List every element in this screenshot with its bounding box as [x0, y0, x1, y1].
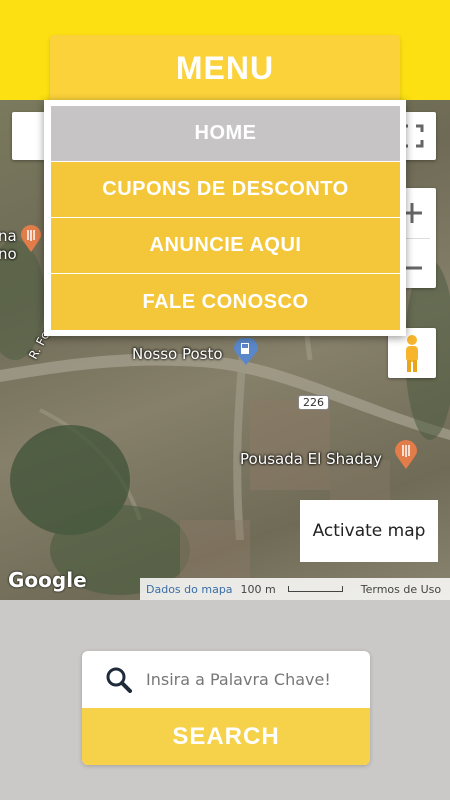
search-button[interactable]: SEARCH [82, 708, 370, 765]
map-attribution: Dados do mapa 100 m Termos de Uso [140, 578, 450, 600]
google-logo: Google [8, 568, 87, 592]
terms-link[interactable]: Termos de Uso [361, 583, 441, 596]
map-type-control[interactable] [12, 112, 46, 160]
search-icon [106, 667, 132, 693]
map-data-link[interactable]: Dados do mapa [146, 583, 233, 596]
menu-item-fale-conosco[interactable]: FALE CONOSCO [51, 274, 400, 330]
activate-map-button[interactable]: Activate map [300, 500, 438, 562]
road-number-badge: 226 [298, 395, 329, 410]
place-label-pousada[interactable]: Pousada El Shaday [240, 450, 382, 468]
scale-bar [287, 586, 343, 592]
hotel-pin-icon [395, 440, 417, 469]
place-label-left-2: no [0, 245, 17, 263]
menu-header[interactable]: MENU [50, 35, 400, 101]
search-row [82, 651, 370, 708]
menu-dropdown: HOME CUPONS DE DESCONTO ANUNCIE AQUI FAL… [44, 100, 406, 336]
search-input[interactable] [146, 670, 356, 689]
menu-item-home[interactable]: HOME [51, 106, 400, 162]
restaurant-pin-icon [21, 225, 41, 252]
gas-station-icon [234, 338, 258, 365]
menu-item-cupons[interactable]: CUPONS DE DESCONTO [51, 162, 400, 218]
scale-label: 100 m [240, 582, 276, 596]
place-label-left-1: na [0, 227, 17, 245]
place-label-nosso-posto[interactable]: Nosso Posto [132, 345, 223, 363]
menu-item-anuncie[interactable]: ANUNCIE AQUI [51, 218, 400, 274]
search-card: SEARCH [82, 651, 370, 765]
